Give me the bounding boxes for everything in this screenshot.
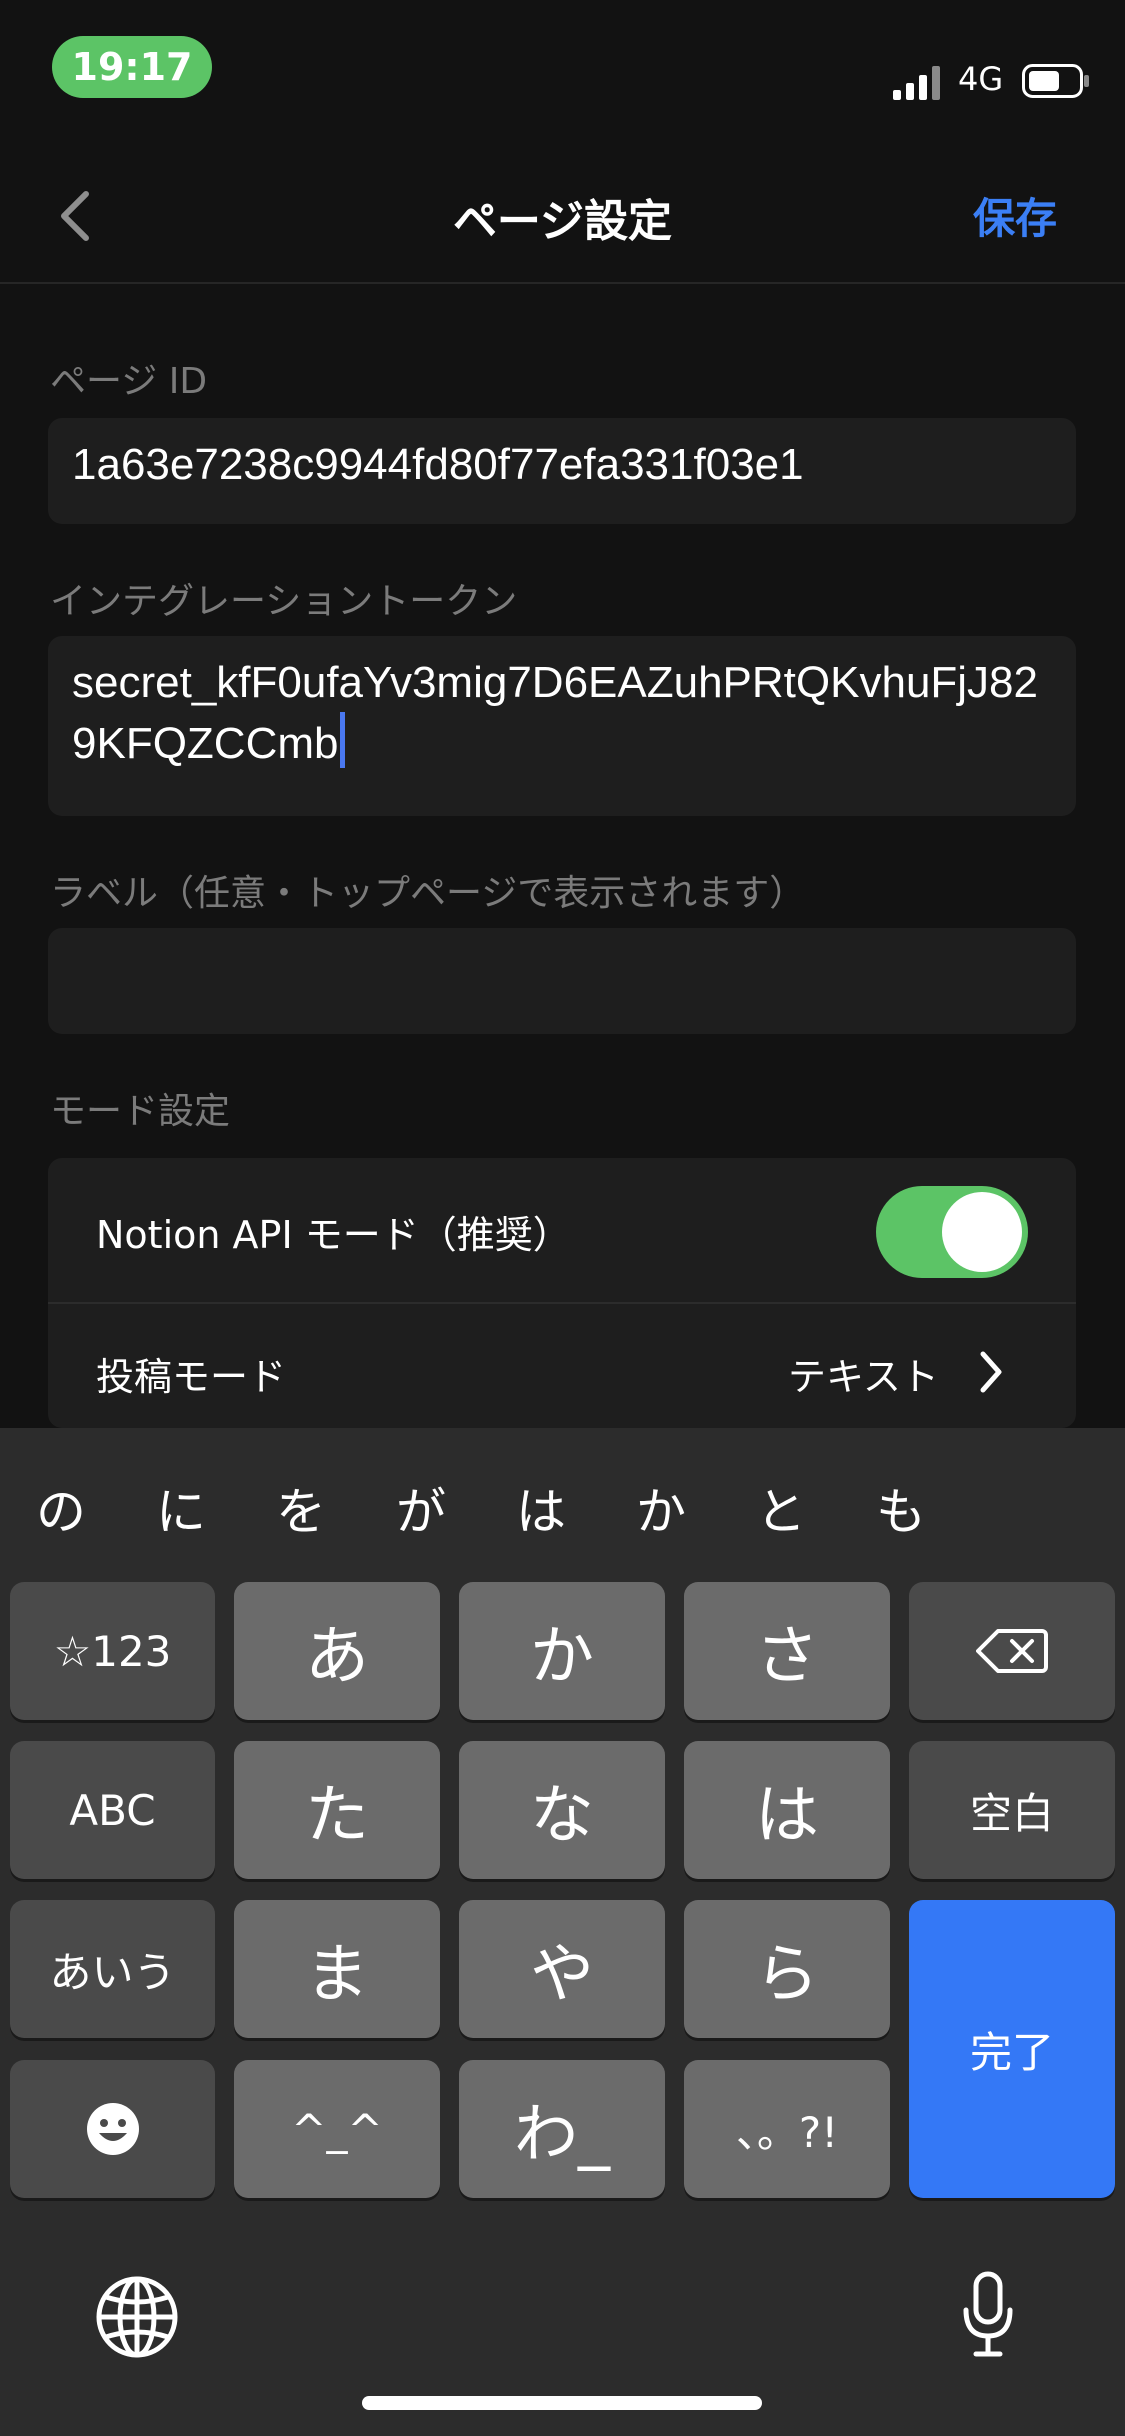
globe-icon[interactable] — [94, 2274, 180, 2360]
key-punctuation[interactable]: 、。?! — [684, 2060, 890, 2198]
label-field[interactable] — [48, 928, 1076, 1034]
emoji-key[interactable] — [10, 2060, 215, 2198]
candidate-word[interactable]: も — [876, 1472, 926, 1544]
key-emoticon[interactable]: ^_^ — [234, 2060, 440, 2198]
candidate-word[interactable]: と — [756, 1472, 806, 1544]
notion-api-mode-toggle[interactable] — [876, 1186, 1028, 1278]
key-ra[interactable]: ら — [684, 1900, 890, 2038]
key-a[interactable]: あ — [234, 1582, 440, 1720]
key-na[interactable]: な — [459, 1741, 665, 1879]
network-type: 4G — [958, 60, 1004, 98]
notion-api-mode-label: Notion API モード（推奨） — [96, 1213, 571, 1257]
page-title: ページ設定 — [452, 196, 673, 247]
candidate-word[interactable]: が — [396, 1472, 446, 1544]
key-wa[interactable]: わ_ — [459, 2060, 665, 2198]
candidate-word[interactable]: か — [636, 1472, 686, 1544]
done-key[interactable]: 完了 — [909, 1900, 1115, 2198]
key-ta[interactable]: た — [234, 1741, 440, 1879]
key-sa[interactable]: さ — [684, 1582, 890, 1720]
mode-settings-heading: モード設定 — [50, 1091, 231, 1132]
battery-icon — [1022, 64, 1089, 98]
post-mode-value[interactable]: テキスト — [788, 1346, 939, 1401]
microphone-icon[interactable] — [960, 2270, 1016, 2360]
candidate-word[interactable]: は — [516, 1472, 566, 1544]
backspace-icon — [976, 1629, 1048, 1673]
save-button[interactable]: 保存 — [973, 185, 1057, 246]
candidate-word[interactable]: を — [276, 1472, 326, 1544]
page-id-label: ページ ID — [50, 361, 208, 402]
key-symbols[interactable]: ☆123 — [10, 1582, 215, 1720]
key-abc[interactable]: ABC — [10, 1741, 215, 1879]
key-ma[interactable]: ま — [234, 1900, 440, 2038]
key-kana[interactable]: あいう — [10, 1900, 215, 2038]
post-mode-label[interactable]: 投稿モード — [96, 1346, 286, 1401]
row-divider — [48, 1302, 1076, 1304]
space-key[interactable]: 空白 — [909, 1741, 1115, 1879]
text-caret — [340, 712, 346, 768]
token-value: secret_kfF0ufaYv3mig7D6EAZuhPRtQKvhuFjJ8… — [72, 658, 1039, 768]
page-id-value: 1a63e7238c9944fd80f77efa331f03e1 — [72, 440, 804, 489]
key-ka[interactable]: か — [459, 1582, 665, 1720]
token-value-wrapper: secret_kfF0ufaYv3mig7D6EAZuhPRtQKvhuFjJ8… — [72, 654, 1062, 773]
status-time: 19:17 — [52, 36, 212, 98]
home-indicator[interactable] — [362, 2396, 762, 2410]
candidate-word[interactable]: に — [156, 1472, 206, 1544]
key-ha[interactable]: は — [684, 1741, 890, 1879]
key-ya[interactable]: や — [459, 1900, 665, 2038]
chevron-right-icon[interactable] — [978, 1350, 1004, 1394]
token-label: インテグレーショントークン — [50, 581, 518, 622]
cellular-signal-icon — [893, 66, 940, 100]
emoji-icon — [86, 2103, 139, 2155]
nav-divider — [0, 282, 1125, 284]
backspace-key[interactable] — [909, 1582, 1115, 1720]
toggle-knob — [942, 1192, 1022, 1272]
label-field-label: ラベル（任意・トップページで表示されます） — [50, 873, 806, 914]
candidate-word[interactable]: の — [36, 1472, 86, 1544]
